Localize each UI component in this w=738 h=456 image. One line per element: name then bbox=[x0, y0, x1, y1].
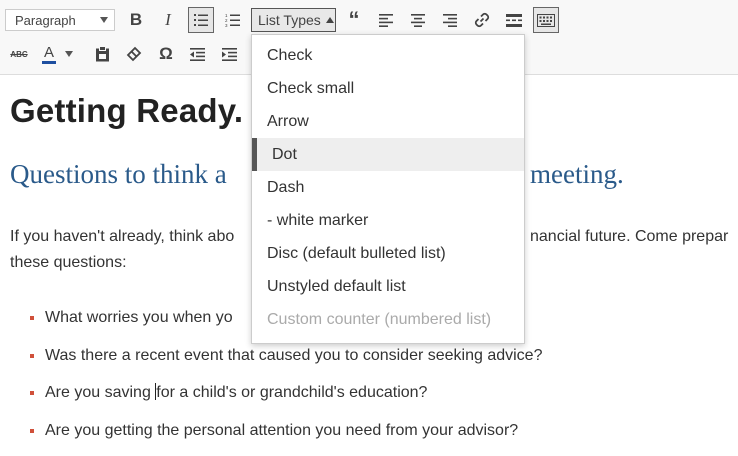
list-item-text-after-cursor: for a child's or grandchild's education? bbox=[156, 384, 427, 401]
menu-item-label: Dash bbox=[267, 179, 304, 197]
bold-icon: B bbox=[130, 10, 142, 30]
subheading: Questions to think a meeting. bbox=[10, 159, 227, 190]
menu-item-label: Check small bbox=[267, 80, 354, 98]
format-select[interactable]: Paragraph bbox=[5, 9, 115, 31]
menu-item-custom-counter: Custom counter (numbered list) bbox=[252, 303, 524, 336]
menu-item-dash[interactable]: Dash bbox=[252, 171, 524, 204]
square-bullet-icon bbox=[30, 316, 34, 320]
menu-item-unstyled[interactable]: Unstyled default list bbox=[252, 270, 524, 303]
list-item-text: Are you getting the personal attention y… bbox=[45, 422, 518, 439]
text-color-dropdown[interactable] bbox=[62, 41, 76, 67]
menu-item-white-marker[interactable]: - white marker bbox=[252, 204, 524, 237]
chevron-down-icon bbox=[65, 51, 73, 57]
bulleted-list-icon bbox=[193, 13, 209, 27]
menu-item-check[interactable]: Check bbox=[252, 39, 524, 72]
list-item-text: What worries you when yo bbox=[45, 309, 233, 326]
list-item: Was there a recent event that caused you… bbox=[30, 344, 542, 382]
menu-item-label: Disc (default bulleted list) bbox=[267, 245, 446, 263]
align-left-icon bbox=[379, 14, 394, 27]
numbered-list-icon: 1 2 3 bbox=[225, 13, 241, 27]
list-item-text: Are you saving bbox=[45, 384, 155, 401]
square-bullet-icon bbox=[30, 429, 34, 433]
square-bullet-icon bbox=[30, 354, 34, 358]
svg-text:3: 3 bbox=[225, 23, 228, 27]
strikethrough-icon: ABC bbox=[10, 50, 27, 59]
list-item-text: Was there a recent event that caused you… bbox=[45, 347, 542, 364]
list-types-button[interactable]: List Types bbox=[251, 8, 336, 32]
italic-button[interactable]: I bbox=[155, 7, 181, 33]
align-left-button[interactable] bbox=[373, 7, 399, 33]
italic-icon: I bbox=[165, 10, 171, 30]
chevron-up-icon bbox=[326, 17, 334, 23]
clear-formatting-button[interactable] bbox=[121, 41, 147, 67]
special-character-button[interactable]: Ω bbox=[153, 41, 179, 67]
paste-as-text-button[interactable] bbox=[89, 41, 115, 67]
decrease-indent-button[interactable] bbox=[185, 41, 211, 67]
paragraph-line1-left: If you haven't already, think abo bbox=[10, 228, 234, 245]
keyboard-icon bbox=[537, 14, 555, 27]
link-icon bbox=[474, 12, 490, 28]
list-types-menu: Check Check small Arrow Dot Dash - white… bbox=[251, 34, 525, 344]
increase-indent-button[interactable] bbox=[217, 41, 243, 67]
numbered-list-button[interactable]: 1 2 3 bbox=[220, 7, 246, 33]
bold-button[interactable]: B bbox=[123, 7, 149, 33]
paragraph-line1-right: nancial future. Come prepar bbox=[530, 224, 728, 250]
align-center-button[interactable] bbox=[405, 7, 431, 33]
list-item: Are you saving for a child's or grandchi… bbox=[30, 381, 542, 419]
page-heading: Getting Ready. bbox=[10, 92, 243, 130]
menu-item-arrow[interactable]: Arrow bbox=[252, 105, 524, 138]
subheading-right: meeting. bbox=[530, 159, 624, 190]
chevron-down-icon bbox=[100, 17, 108, 23]
blockquote-button[interactable]: “ bbox=[341, 7, 367, 33]
align-right-button[interactable] bbox=[437, 7, 463, 33]
menu-item-dot[interactable]: Dot bbox=[252, 138, 524, 171]
quote-icon: “ bbox=[349, 7, 360, 33]
strikethrough-button[interactable]: ABC bbox=[6, 41, 32, 67]
menu-item-disc[interactable]: Disc (default bulleted list) bbox=[252, 237, 524, 270]
text-color-icon: A bbox=[42, 45, 56, 64]
align-right-icon bbox=[443, 14, 458, 27]
menu-item-label: Unstyled default list bbox=[267, 278, 406, 296]
bulleted-list-button[interactable] bbox=[188, 7, 214, 33]
insert-link-button[interactable] bbox=[469, 7, 495, 33]
eraser-icon bbox=[126, 46, 142, 62]
clipboard-icon bbox=[95, 46, 110, 62]
menu-item-label: - white marker bbox=[267, 212, 368, 230]
menu-item-check-small[interactable]: Check small bbox=[252, 72, 524, 105]
outdent-icon bbox=[190, 48, 206, 61]
insert-more-button[interactable] bbox=[501, 7, 527, 33]
omega-icon: Ω bbox=[159, 44, 173, 64]
toolbar-toggle-button[interactable] bbox=[533, 7, 559, 33]
subheading-left: Questions to think a bbox=[10, 159, 227, 189]
list-item: Are you getting the personal attention y… bbox=[30, 419, 542, 456]
square-bullet-icon bbox=[30, 391, 34, 395]
menu-item-label: Arrow bbox=[267, 113, 309, 131]
read-more-icon bbox=[506, 14, 522, 27]
align-center-icon bbox=[411, 14, 426, 27]
menu-item-label: Dot bbox=[272, 146, 297, 164]
indent-icon bbox=[222, 48, 238, 61]
menu-item-label: Check bbox=[267, 47, 312, 65]
menu-item-label: Custom counter (numbered list) bbox=[267, 311, 491, 329]
list-types-label: List Types bbox=[258, 12, 321, 28]
text-color-button[interactable]: A bbox=[38, 41, 60, 67]
format-select-value: Paragraph bbox=[15, 13, 76, 28]
